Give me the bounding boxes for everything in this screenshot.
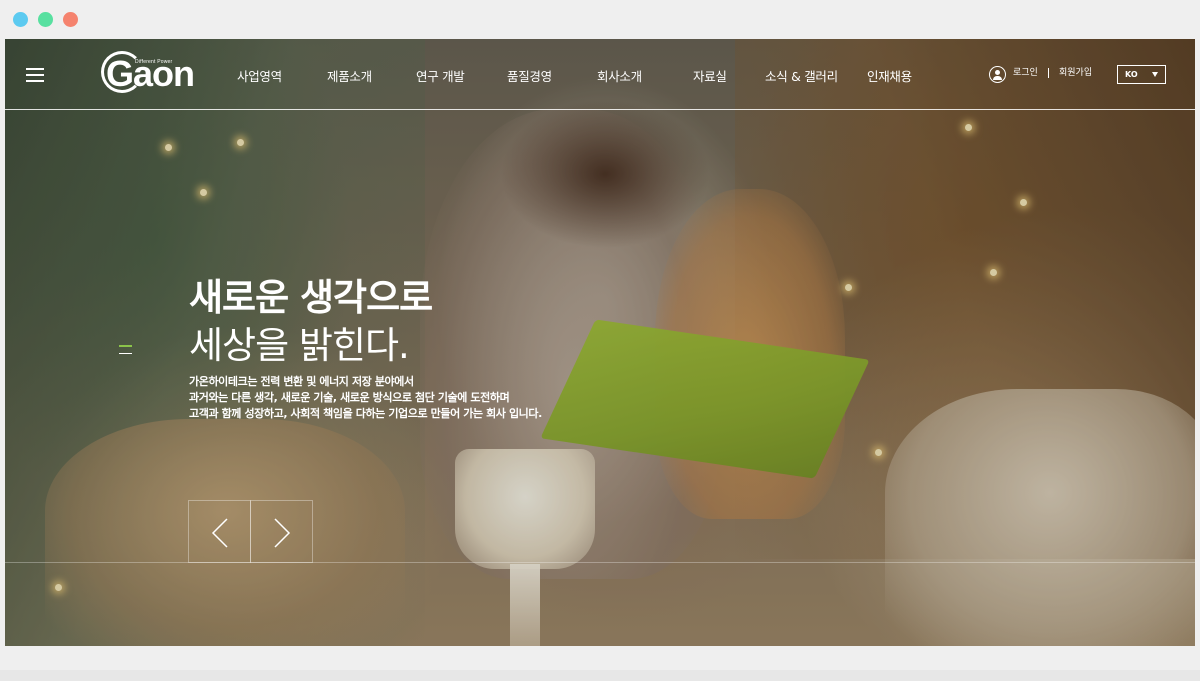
- logo-tagline: Different Power: [135, 59, 173, 65]
- slide-next-button[interactable]: [250, 500, 313, 563]
- login-link[interactable]: 로그인: [1013, 65, 1038, 78]
- nav-item-careers[interactable]: 인재채용: [867, 66, 912, 85]
- slide-indicator-active[interactable]: [119, 345, 132, 347]
- hero-description: 가온하이테크는 전력 변환 및 에너지 저장 분야에서 과거와는 다른 생각, …: [189, 374, 542, 422]
- nav-item-rnd[interactable]: 연구 개발: [416, 66, 465, 85]
- nav-item-quality[interactable]: 품질경영: [507, 66, 552, 85]
- window-controls: [13, 12, 78, 27]
- util-divider: [1048, 68, 1049, 78]
- nav-item-news-gallery[interactable]: 소식 & 갤러리: [765, 66, 838, 85]
- nav-item-products[interactable]: 제품소개: [327, 66, 372, 85]
- site-header: Gaon Different Power 사업영역 제품소개 연구 개발 품질경…: [5, 39, 1195, 110]
- hero-description-line: 고객과 함께 성장하고, 사회적 책임을 다하는 기업으로 만들어 가는 회사 …: [189, 407, 542, 420]
- caret-down-icon: [1152, 72, 1158, 77]
- slide-indicator: [119, 345, 132, 360]
- chevron-right-icon: [274, 518, 291, 548]
- page-bottom-bar: [0, 670, 1200, 681]
- window-minimize-dot[interactable]: [38, 12, 53, 27]
- window-maximize-dot[interactable]: [63, 12, 78, 27]
- user-icon[interactable]: [989, 66, 1006, 83]
- hero-title-line1: 새로운 생각으로: [189, 276, 433, 319]
- nav-item-business[interactable]: 사업영역: [237, 66, 282, 85]
- nav-item-resources[interactable]: 자료실: [693, 66, 727, 85]
- hero-overlay: [5, 39, 1195, 646]
- hero-bottom-divider: [5, 562, 1195, 563]
- slide-prev-button[interactable]: [188, 500, 251, 563]
- slide-indicator-inactive[interactable]: [119, 352, 132, 354]
- language-selected: KO: [1125, 70, 1138, 79]
- nav-item-company[interactable]: 회사소개: [597, 66, 642, 85]
- hero-description-line: 가온하이테크는 전력 변환 및 에너지 저장 분야에서: [189, 375, 414, 388]
- language-select[interactable]: KO: [1117, 65, 1166, 84]
- window-close-dot[interactable]: [13, 12, 28, 27]
- signup-link[interactable]: 회원가입: [1059, 65, 1092, 78]
- browser-viewport: Gaon Different Power 사업영역 제품소개 연구 개발 품질경…: [5, 39, 1195, 646]
- chevron-left-icon: [211, 518, 228, 548]
- hero-description-line: 과거와는 다른 생각, 새로운 기술, 새로운 방식으로 첨단 기술에 도전하며: [189, 391, 510, 404]
- hero-title-line2: 세상을 밝힌다.: [189, 324, 410, 367]
